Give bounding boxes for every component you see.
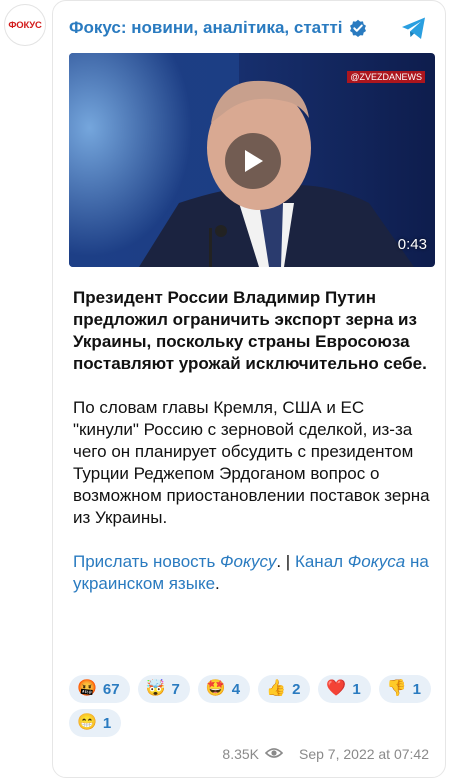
message-footer: 8.35K Sep 7, 2022 at 07:42: [222, 746, 429, 762]
star-struck-icon: 🤩: [205, 680, 226, 697]
thumbs-up-icon: 👍: [266, 680, 287, 697]
view-count: 8.35K: [222, 746, 259, 762]
mind-blown-icon: 🤯: [145, 680, 166, 697]
reaction-count: 1: [352, 680, 361, 698]
send-news-link[interactable]: Прислать новость Фокусу: [73, 552, 276, 571]
reaction-thumbs-down[interactable]: 👎 1: [378, 675, 431, 703]
verified-badge-icon: [349, 19, 367, 37]
link-separator: . |: [276, 552, 295, 571]
thumbs-down-icon: 👎: [386, 680, 407, 697]
angry-face-icon: 🤬: [77, 680, 97, 697]
reaction-heart[interactable]: ❤️ 1: [318, 675, 371, 703]
message-header: Фокус: новини, аналітика, статті: [69, 15, 431, 41]
reaction-count: 2: [292, 680, 301, 698]
message-date: Sep 7, 2022 at 07:42: [299, 746, 429, 762]
grinning-face-icon: 😁: [77, 714, 97, 731]
reaction-count: 1: [102, 714, 112, 732]
eye-icon: [264, 746, 284, 762]
video-watermark: @ZVEZDANEWS: [347, 71, 425, 83]
reaction-thumbs-up[interactable]: 👍 2: [258, 675, 311, 703]
post-body: По словам главы Кремля, США и ЕС "кинули…: [73, 398, 430, 527]
reactions-bar: 🤬 67 🤯 7 🤩 4 👍 2 ❤️ 1 👎 1 😁 1: [69, 675, 439, 737]
post-headline: Президент России Владимир Путин предложи…: [73, 288, 427, 373]
telegram-icon[interactable]: [399, 13, 429, 43]
play-button[interactable]: [225, 133, 281, 189]
video-duration: 0:43: [397, 236, 427, 253]
reaction-count: 7: [171, 680, 180, 698]
channel-avatar[interactable]: ФОКУС: [4, 4, 46, 46]
post-links: Прислать новость Фокусу. | Канал Фокуса …: [73, 552, 429, 593]
reaction-mind-blown[interactable]: 🤯 7: [137, 675, 190, 703]
reaction-angry[interactable]: 🤬 67: [69, 675, 130, 703]
heart-icon: ❤️: [326, 680, 347, 697]
reaction-grin[interactable]: 😁 1: [69, 709, 122, 737]
message-card: Фокус: новини, аналітика, статті @ZVEZDA…: [52, 0, 446, 778]
reaction-count: 67: [102, 680, 120, 698]
video-player[interactable]: @ZVEZDANEWS 0:43: [69, 53, 435, 267]
post-text: Президент России Владимир Путин предложи…: [73, 287, 433, 595]
reaction-star-struck[interactable]: 🤩 4: [197, 675, 251, 703]
play-icon: [245, 150, 263, 172]
channel-title[interactable]: Фокус: новини, аналітика, статті: [69, 18, 343, 38]
reaction-count: 1: [412, 680, 421, 698]
reaction-count: 4: [231, 680, 241, 698]
